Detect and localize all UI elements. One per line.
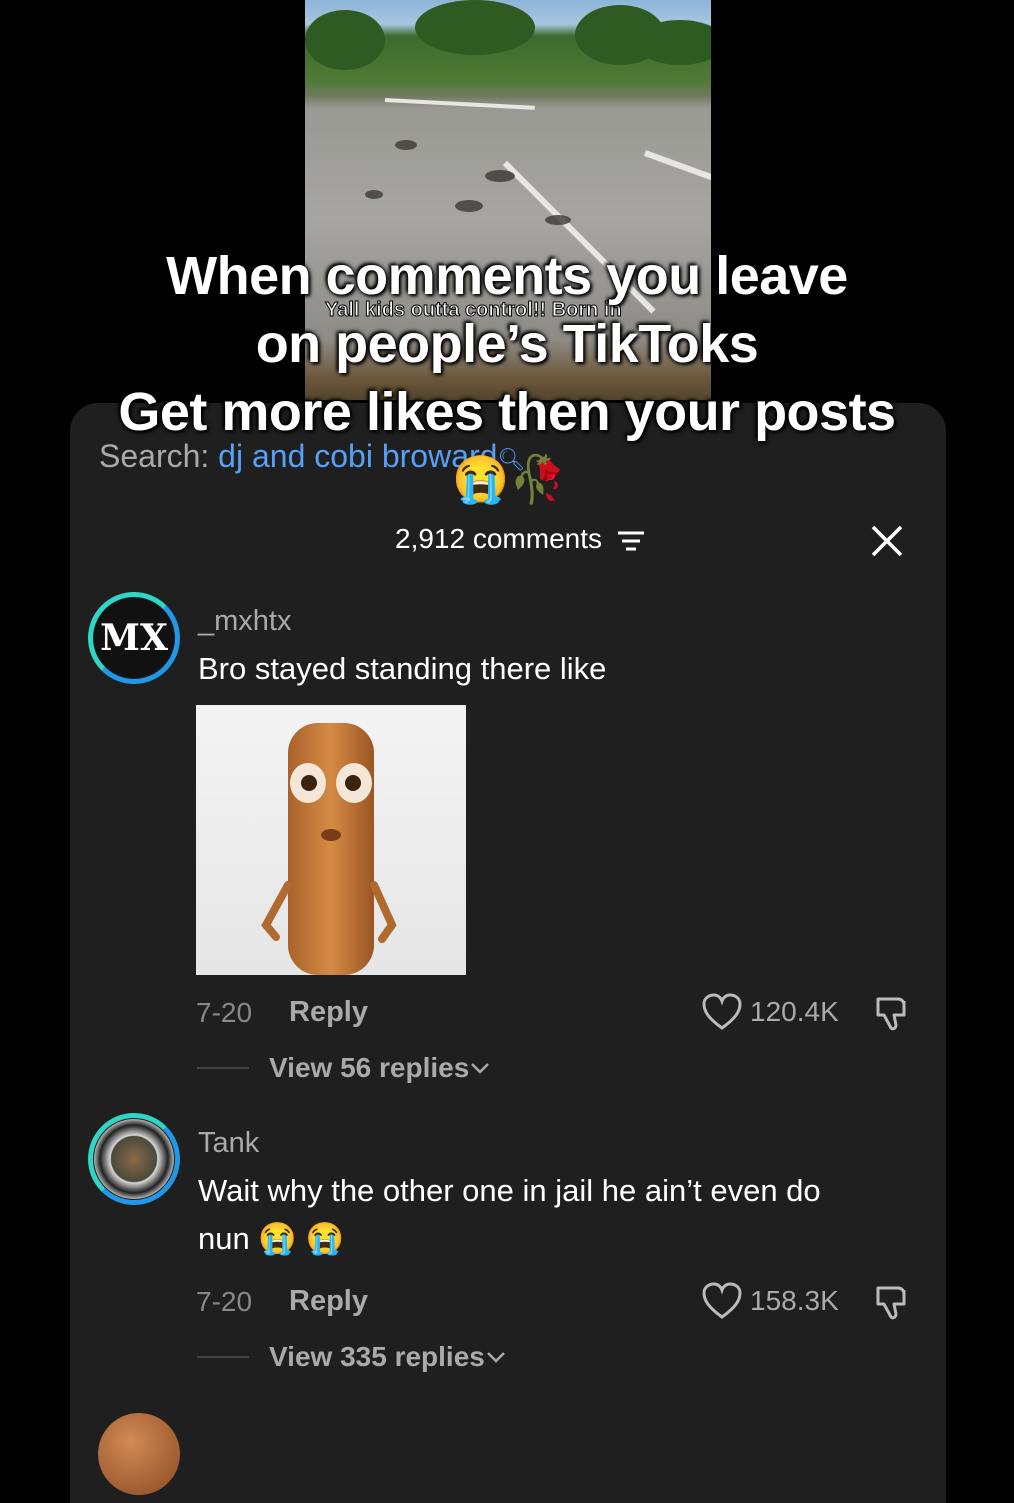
comment-username[interactable]: Tank <box>198 1127 259 1160</box>
like-button[interactable]: 158.3K <box>702 1282 839 1320</box>
search-label: Search: <box>99 438 210 474</box>
like-count: 120.4K <box>750 996 839 1027</box>
avatar[interactable]: MX <box>88 592 180 684</box>
view-replies-label: View 56 replies <box>269 1052 470 1083</box>
avatar[interactable] <box>98 1413 180 1495</box>
comment-image[interactable] <box>196 705 466 975</box>
comment-date: 7-20 <box>196 1286 253 1317</box>
heart-icon <box>702 1282 742 1319</box>
reply-button[interactable]: Reply <box>289 1285 368 1318</box>
overlay-line-3: Get more likes then your posts <box>118 382 896 442</box>
comment-text: Wait why the other one in jail he ain’t … <box>198 1173 821 1208</box>
comment-text: Bro stayed standing there like <box>198 651 607 686</box>
like-count: 158.3K <box>750 1285 839 1316</box>
view-replies-button[interactable]: View 56 replies <box>197 1052 491 1084</box>
avatar-logo: MX <box>94 598 174 678</box>
dislike-icon[interactable] <box>872 1282 912 1322</box>
comment-date: 7-20 <box>196 997 253 1028</box>
like-button[interactable]: 120.4K <box>702 993 839 1031</box>
overlay-line-1: When comments you leave <box>166 246 848 306</box>
overlay-line-2: on people’s TikToks <box>255 314 759 374</box>
overlay-emojis: 😭🥀 <box>452 453 567 505</box>
reply-divider <box>197 1356 249 1358</box>
dislike-icon[interactable] <box>872 993 912 1033</box>
filter-icon[interactable] <box>616 529 646 553</box>
reply-button[interactable]: Reply <box>289 996 368 1029</box>
comment-text-continued: nun 😭 😭 <box>198 1221 345 1256</box>
avatar-photo <box>94 1119 174 1199</box>
view-replies-label: View 335 replies <box>269 1341 485 1372</box>
reply-divider <box>197 1067 249 1069</box>
comment-username[interactable]: _mxhtx <box>198 605 291 638</box>
heart-icon <box>702 993 742 1030</box>
comments-count-header[interactable]: 2,912 comments <box>395 523 646 555</box>
view-replies-button[interactable]: View 335 replies <box>197 1341 507 1373</box>
close-icon[interactable] <box>870 524 904 558</box>
avatar[interactable] <box>88 1113 180 1205</box>
chevron-down-icon <box>486 1352 505 1363</box>
comments-count: 2,912 comments <box>395 523 602 554</box>
chevron-down-icon <box>471 1063 490 1074</box>
